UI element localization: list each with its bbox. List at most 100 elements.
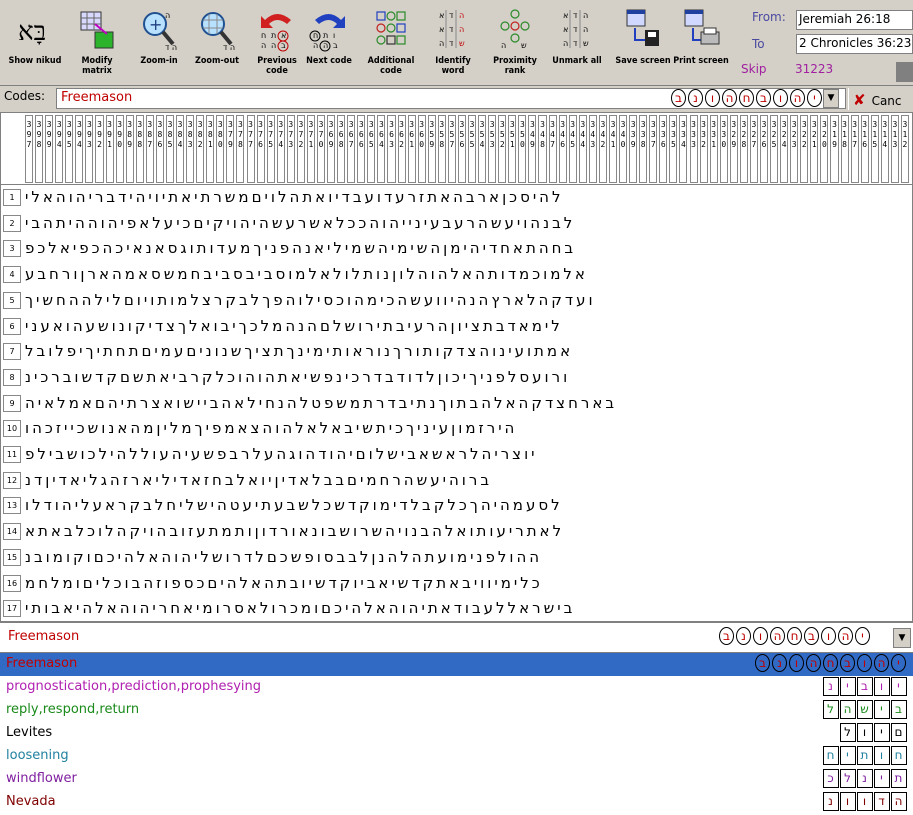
column-header: 3 1 9 bbox=[830, 115, 839, 183]
row-letters[interactable]: להיסכןארבהאתזרעדועבדיואתהלויםמשרתיאתיויה… bbox=[25, 185, 911, 210]
to-field[interactable]: 2 Chronicles 36:23 bbox=[796, 34, 913, 54]
column-header: 3 7 2 bbox=[296, 115, 305, 183]
hebrew-letter: ו bbox=[821, 627, 836, 645]
matrix-row: 3 בחהתאחדיהימןהשימיהשמיליאנהפניךמעדותוגסא… bbox=[1, 236, 912, 261]
column-header: 3 5 4 bbox=[478, 115, 487, 183]
chevron-down-icon[interactable]: ▼ bbox=[893, 628, 911, 648]
row-letters[interactable]: אמתועינוהצדקותורךנוראותימינךתציךשנוניםעמ… bbox=[25, 339, 911, 364]
svg-text:ה: ה bbox=[583, 25, 588, 34]
row-letters[interactable]: בישראללעבודאתיהוהאלהיכםומכרולאסרומיאחריה… bbox=[25, 596, 911, 621]
additional-code-button[interactable]: Additional code bbox=[362, 2, 420, 84]
row-letters[interactable]: בארחצדקהאלהבתוךנתיבדרתמשפטלהנחילאהביישוא… bbox=[25, 391, 911, 416]
matrix-row: 17 בישראללעבודאתיהוהאלהיכםומכרולאסרומיאחר… bbox=[1, 596, 912, 621]
zoom-out-icon: ה ד bbox=[201, 12, 235, 52]
column-header: 3 2 7 bbox=[749, 115, 758, 183]
show-nikud-button[interactable]: בָּא Show nikud bbox=[6, 2, 64, 84]
term-row[interactable]: prognostication,prediction,prophesying נ י… bbox=[0, 676, 913, 699]
column-header: 3 8 0 bbox=[216, 115, 225, 183]
column-header: 3 3 0 bbox=[719, 115, 728, 183]
row-letters[interactable]: הירזמוןעיניךכיתשיבאלאלהוהצאמפיךמליןמהאנו… bbox=[25, 416, 911, 441]
column-header: 3 7 5 bbox=[266, 115, 275, 183]
from-field[interactable]: Jeremiah 26:18 bbox=[796, 10, 913, 30]
column-header: 3 3 2 bbox=[699, 115, 708, 183]
svg-text:ב: ב bbox=[281, 41, 286, 50]
row-letters[interactable]: לבנהויעשהרעבעינייהוהככלאשרעשהיהויקיםכיעל… bbox=[25, 211, 911, 236]
row-letters[interactable]: ברוהיעשהרחמיםבבלאדיןיואלבחזאדיליארזהגליא… bbox=[25, 468, 911, 493]
hebrew-letter: ל bbox=[839, 769, 856, 788]
term-row[interactable]: Levites ל ו י ם bbox=[0, 722, 913, 745]
svg-text:ה: ה bbox=[165, 11, 170, 20]
term-hebrew: להשיב bbox=[822, 700, 907, 721]
column-header: 3 4 6 bbox=[558, 115, 567, 183]
hebrew-letter: ו bbox=[839, 792, 856, 811]
column-header: 3 6 9 bbox=[327, 115, 336, 183]
row-letters[interactable]: בחהתאחדיהימןהשימיהשמיליאנהפניךמעדותוגסאנ… bbox=[25, 236, 911, 261]
hebrew-letter: ו bbox=[789, 654, 804, 672]
modify-matrix-button[interactable]: Modify matrix bbox=[68, 2, 126, 84]
term-hebrew: חיתוח bbox=[822, 746, 907, 767]
svg-text:ה: ה bbox=[323, 41, 328, 50]
term-row[interactable]: loosening ח י ת ו ח bbox=[0, 745, 913, 768]
matrix-row: 5 ועדקהלארץהנהיוועשהכימהוכסילוהפךלבקרצלמו… bbox=[1, 288, 912, 313]
column-header: 3 1 4 bbox=[880, 115, 889, 183]
column-header: 3 2 1 bbox=[810, 115, 819, 183]
term-label: reply,respond,return bbox=[6, 702, 140, 717]
identify-word-button[interactable]: אדהאדההדש Identify word bbox=[424, 2, 482, 84]
hebrew-letter: ה bbox=[722, 89, 737, 107]
column-header: 3 6 0 bbox=[417, 115, 426, 183]
hebrew-letter: ח bbox=[823, 654, 838, 672]
matrix-row: 11 יוצריהלראשאבישלוםיהודהוגהעלרבפשעיהעולל… bbox=[1, 442, 912, 467]
chevron-down-icon[interactable]: ▼ bbox=[823, 89, 839, 108]
svg-text:ה: ה bbox=[563, 39, 568, 48]
cancel-button[interactable]: ✘ Canc bbox=[848, 88, 913, 110]
print-screen-button[interactable]: Print screen bbox=[672, 2, 730, 84]
row-letters[interactable]: ורועסלפניךיכוןלדודבדרכינפשיאתהוהוכלקרביא… bbox=[25, 365, 911, 390]
term-row[interactable]: Freemason ב נ ו ה ח ב ו ה י bbox=[0, 653, 913, 676]
row-letters[interactable]: לסעמהיהךכלקבלדימוקדשכלשבעתיעטהישליחלבקרא… bbox=[25, 493, 911, 518]
row-number: 2 bbox=[3, 214, 21, 232]
row-letters[interactable]: כלימיוויבאתקדשיאביוקדשיובתהאלהיםכספוזהבו… bbox=[25, 571, 911, 596]
unmark-all-button[interactable]: אדהאדההדש Unmark all bbox=[548, 2, 606, 84]
svg-text:ד: ד bbox=[573, 25, 578, 34]
zoom-in-button[interactable]: + ה ה ד Zoom-in bbox=[130, 2, 188, 84]
toolbar-scrollbar[interactable] bbox=[896, 62, 913, 82]
row-letters[interactable]: ועדקהלארץהנהיוועשהכימהוכסילוהפךלבקרצלמות… bbox=[25, 288, 911, 313]
term-row[interactable]: Nevada נ ו ו ד ה bbox=[0, 791, 913, 814]
terms-selector[interactable]: Freemason בנוהחבוהי ▼ bbox=[0, 622, 913, 652]
term-row[interactable]: reply,respond,return ל ה ש י ב bbox=[0, 699, 913, 722]
column-header: 3 8 4 bbox=[176, 115, 185, 183]
zoom-in-icon: + ה ה ד bbox=[143, 11, 177, 52]
hebrew-letter: נ bbox=[736, 627, 751, 645]
term-row[interactable]: windflower כ ל נ י ת bbox=[0, 768, 913, 791]
hebrew-letter: ו bbox=[753, 627, 768, 645]
hebrew-letter: י bbox=[890, 677, 907, 696]
hebrew-letter: ה bbox=[806, 654, 821, 672]
column-header: 3 4 2 bbox=[598, 115, 607, 183]
term-hebrew: בנוהחבוהי bbox=[754, 654, 907, 675]
column-header: 3 6 5 bbox=[367, 115, 376, 183]
hebrew-letter: י bbox=[807, 89, 822, 107]
row-letters[interactable]: יוצריהלראשאבישלוםיהודהוגהעלרבפשעיהעוללהי… bbox=[25, 442, 911, 467]
zoom-out-button[interactable]: ה ד Zoom-out bbox=[188, 2, 246, 84]
nikud-icon: בָּא bbox=[18, 17, 46, 47]
matrix-row: 14 לאתריעותואלהבנויהשרושבונאורדוןותמתעזוב… bbox=[1, 519, 912, 544]
hebrew-letter: י bbox=[839, 746, 856, 765]
column-header: 3 3 6 bbox=[659, 115, 668, 183]
column-header: 3 8 7 bbox=[145, 115, 154, 183]
column-header: 3 6 1 bbox=[407, 115, 416, 183]
column-header: 3 8 6 bbox=[155, 115, 164, 183]
skip-label: Skip bbox=[741, 62, 767, 76]
previous-code-button[interactable]: חתאההב Previous code bbox=[248, 2, 306, 84]
close-icon: ✘ bbox=[853, 91, 866, 109]
proximity-rank-button[interactable]: הש Proximity rank bbox=[486, 2, 544, 84]
row-letters[interactable]: לאתריעותואלהבנויהשרושבונאורדוןותמתעזובהו… bbox=[25, 519, 911, 544]
next-code-button[interactable]: חתוההב Next code bbox=[300, 2, 358, 84]
column-header: 3 5 7 bbox=[447, 115, 456, 183]
column-header: 3 6 4 bbox=[377, 115, 386, 183]
row-letters[interactable]: ההולפנימועתהלהנןלבבסופשכםלדרושליהוהאלהיכ… bbox=[25, 545, 911, 570]
column-header: 3 2 5 bbox=[770, 115, 779, 183]
row-letters[interactable]: לימאדבתציוןהרעיבתירושלםהנהמלכךיבואלךצדיק… bbox=[25, 314, 911, 339]
column-header: 3 5 5 bbox=[468, 115, 477, 183]
save-screen-button[interactable]: Save screen bbox=[614, 2, 672, 84]
row-letters[interactable]: אלמוכמדותהאלהוהלוןנותלולאלמוסביבסביבחמשס… bbox=[25, 262, 911, 287]
